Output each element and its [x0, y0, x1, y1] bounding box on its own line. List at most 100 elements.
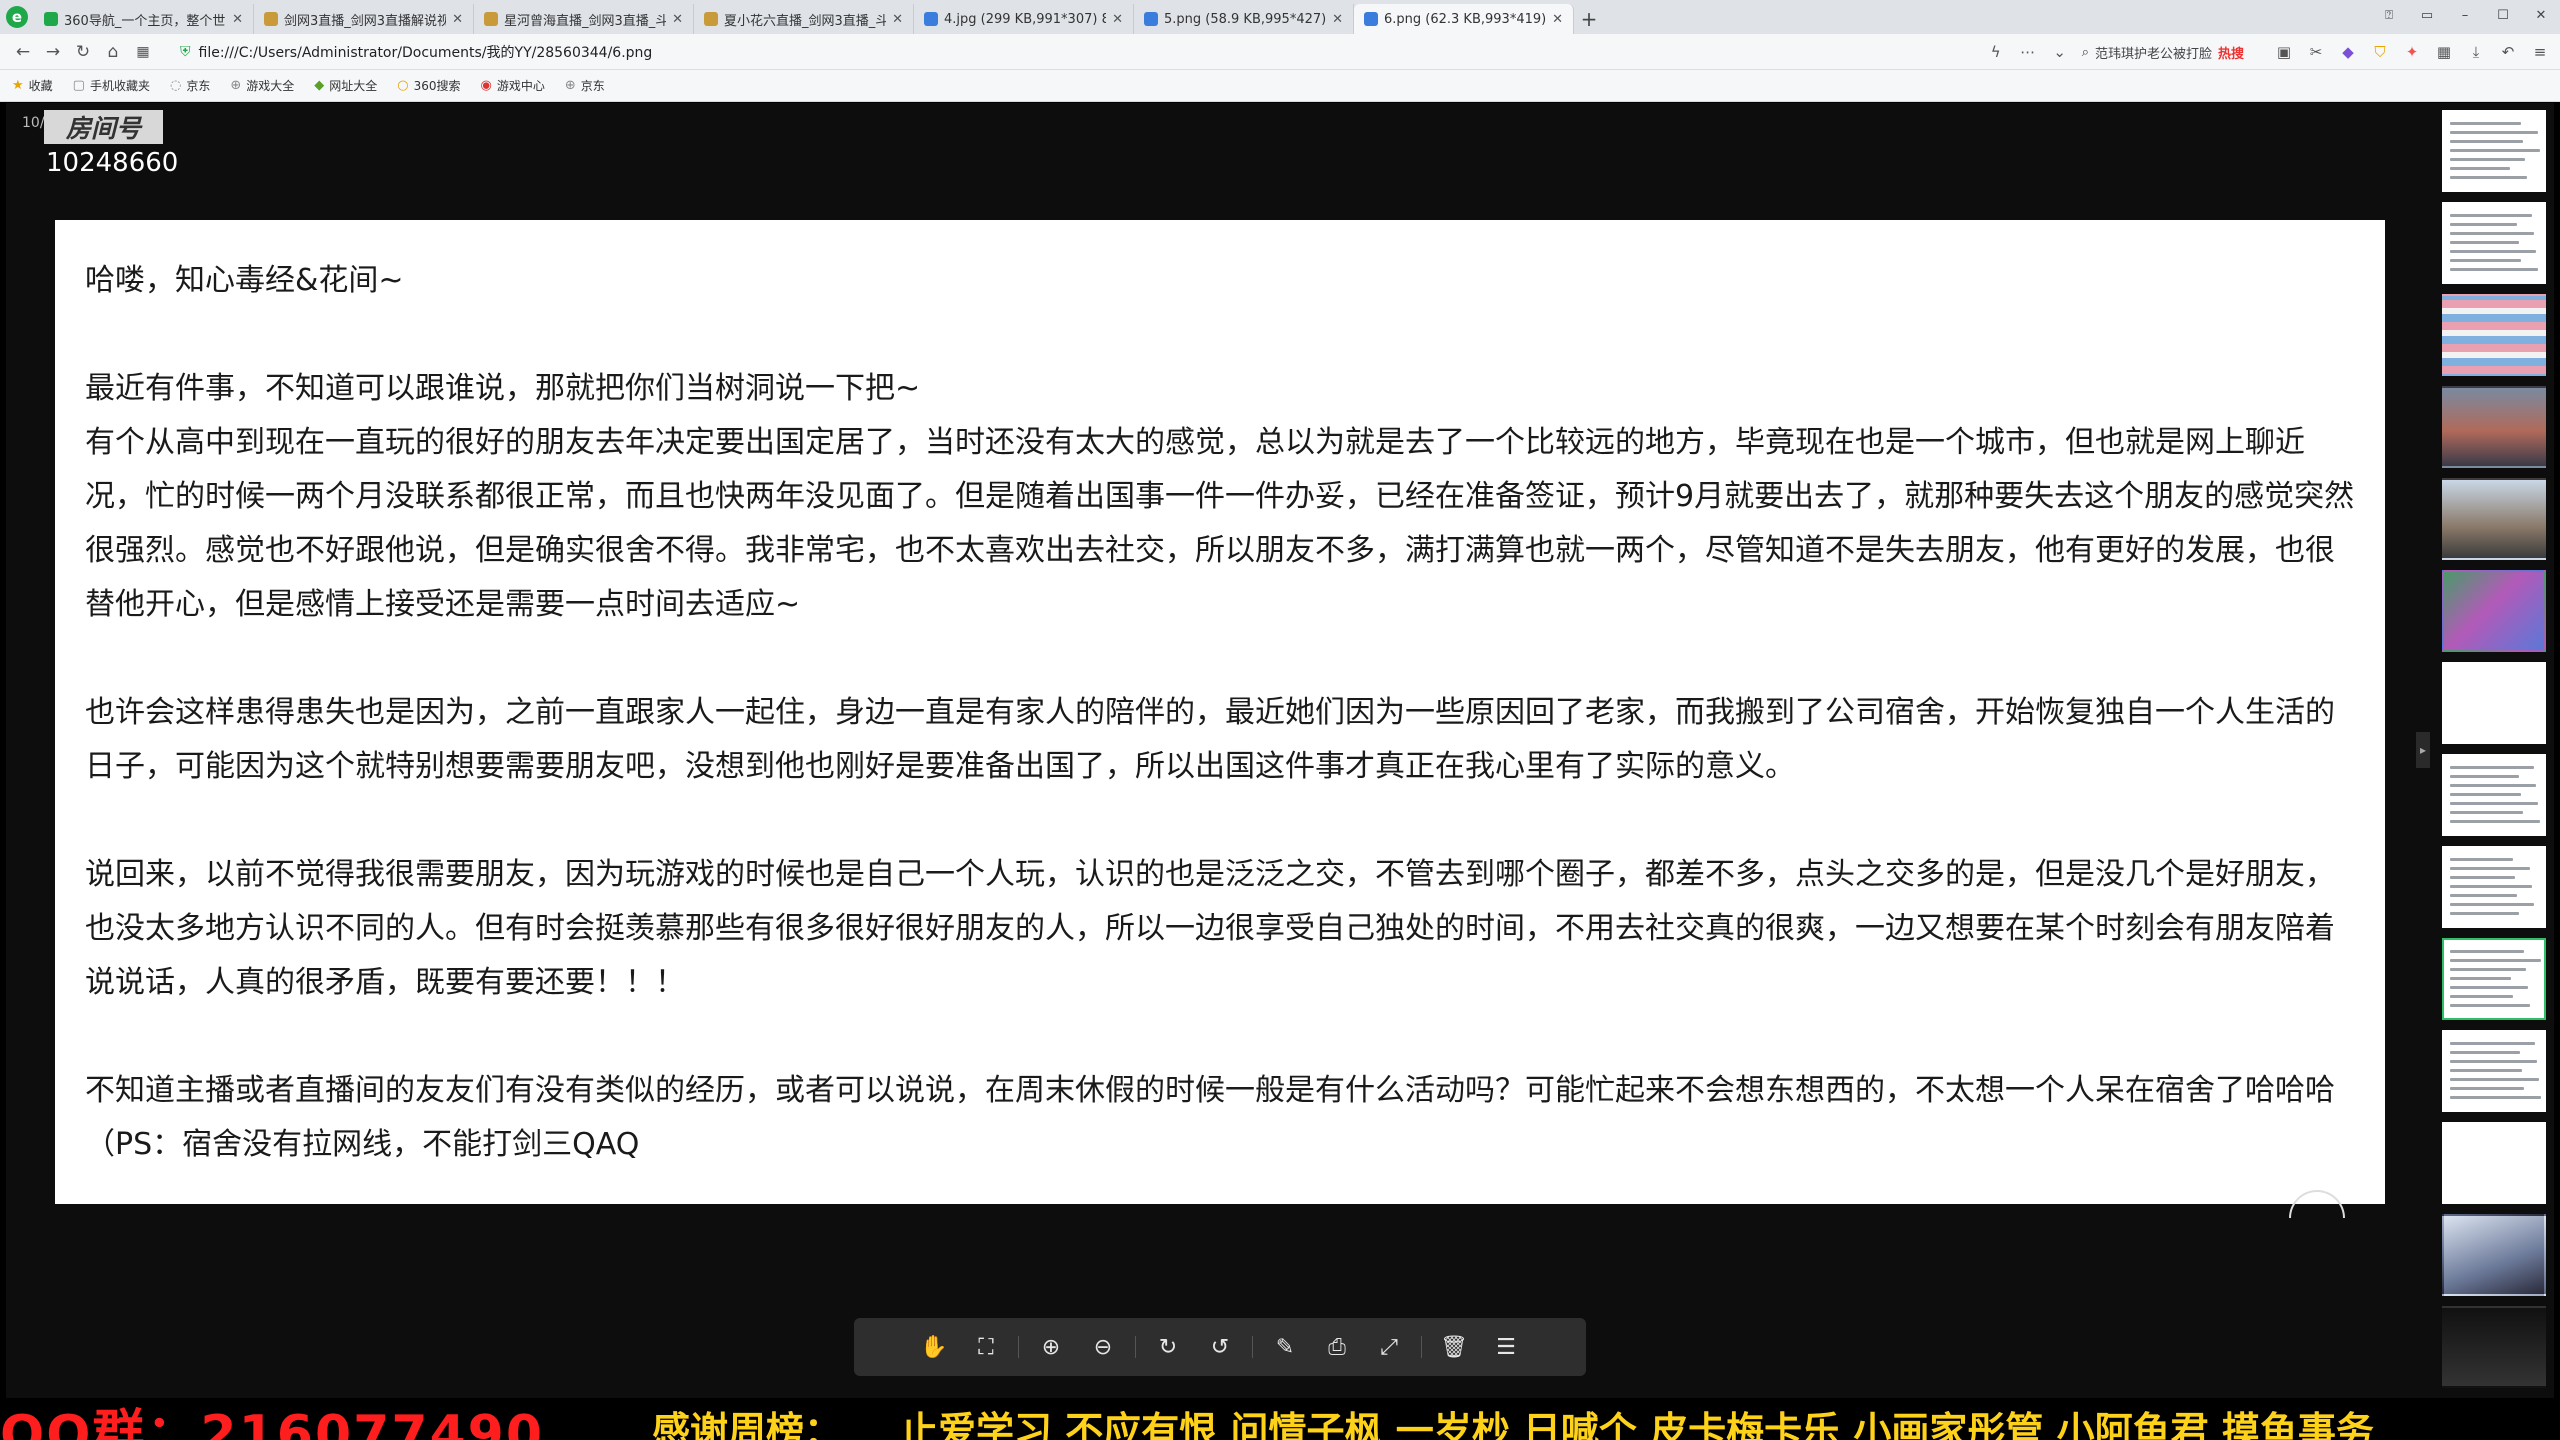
collapse-thumbnails-icon[interactable]: ▸: [2416, 732, 2430, 768]
minimize-icon[interactable]: –: [2446, 0, 2484, 30]
download-icon[interactable]: ⤓: [2466, 43, 2486, 61]
toolbar-separator: [1135, 1336, 1136, 1358]
tab-4[interactable]: 4.jpg (299 KB,991*307) 8/14 ✕: [914, 4, 1134, 34]
doc-paragraph: 最近有件事，不知道可以跟谁说，那就把你们当树洞说一下把~: [85, 371, 921, 406]
thumbnail-5[interactable]: [2442, 478, 2546, 560]
thumbnail-text-line: [2450, 250, 2536, 253]
thumbnail-9[interactable]: [2442, 846, 2546, 928]
home-icon[interactable]: ⌂: [98, 37, 128, 67]
bookmark-item[interactable]: ▢ 手机收藏夹: [73, 77, 150, 94]
fit-screen-icon[interactable]: ⛶: [960, 1318, 1012, 1376]
tab-close-icon[interactable]: ✕: [232, 12, 243, 27]
tab-6[interactable]: 6.png (62.3 KB,993*419) 10 ✕: [1354, 4, 1574, 34]
window-controls: ⍰ ▭ – ☐ ✕: [2370, 0, 2560, 30]
thumbnail-6[interactable]: [2442, 570, 2546, 652]
menu-icon[interactable]: ☰: [1480, 1318, 1532, 1376]
thumbnail-13[interactable]: [2442, 1214, 2546, 1296]
apps-icon[interactable]: ▦: [2434, 43, 2454, 61]
tab-close-icon[interactable]: ✕: [672, 12, 683, 27]
tab-label: 星河曾海直播_剑网3直播_斗鱼: [504, 13, 667, 29]
maximize-icon[interactable]: ☐: [2484, 0, 2522, 30]
thumbnail-7[interactable]: [2442, 662, 2546, 744]
address-bar: ← → ↻ ⌂ ▦ ⛨ file:///C:/Users/Administrat…: [0, 34, 2560, 70]
zoom-in-icon[interactable]: ⊕: [1025, 1318, 1077, 1376]
thumbnail-1[interactable]: [2442, 110, 2546, 192]
scissors-icon[interactable]: ✂: [2306, 43, 2326, 61]
lightning-icon[interactable]: ϟ: [1986, 43, 2006, 61]
zoom-out-icon[interactable]: ⊖: [1077, 1318, 1129, 1376]
dropdown-icon[interactable]: ⌄: [2050, 43, 2070, 61]
browser-menu-icon[interactable]: ≡: [2530, 43, 2550, 61]
bookmark-item[interactable]: ⊕ 游戏大全: [230, 77, 294, 94]
delete-icon[interactable]: 🗑: [1428, 1318, 1480, 1376]
qq-group-text: QQ群：216077490: [0, 1405, 545, 1440]
back-icon[interactable]: ←: [8, 37, 38, 67]
history-icon[interactable]: ▦: [128, 37, 158, 67]
tab-0[interactable]: 360导航_一个主页，整个世界 ✕: [34, 4, 254, 34]
thumbnail-text-line: [2450, 241, 2519, 244]
bookmark-item[interactable]: ◉ 游戏中心: [481, 77, 545, 94]
doc-corner-mark: [2289, 1190, 2345, 1218]
tab-label: 剑网3直播_剑网3直播解说视频: [284, 13, 447, 29]
screenshot-icon[interactable]: ▣: [2274, 43, 2294, 61]
fullscreen-icon[interactable]: ⤢: [1363, 1318, 1415, 1376]
tab-close-icon[interactable]: ✕: [1552, 12, 1563, 27]
bookmark-item[interactable]: ○ 360搜索: [397, 77, 460, 94]
pin-icon[interactable]: ⍰: [2370, 0, 2408, 30]
thumbnail-text-line: [2450, 950, 2524, 953]
bookmark-label: 游戏中心: [496, 79, 545, 93]
bookmark-item[interactable]: ⊕ 京东: [565, 77, 605, 94]
tab-5[interactable]: 5.png (58.9 KB,995*427) 9/ ✕: [1134, 4, 1354, 34]
bookmark-icon: ◉: [480, 78, 492, 93]
doc-paragraph: 说回来，以前不觉得我很需要朋友，因为玩游戏的时候也是自己一个人玩，认识的也是泛泛…: [85, 857, 2335, 1000]
thumbnail-12[interactable]: [2442, 1122, 2546, 1204]
thumbnail-text-line: [2450, 268, 2538, 271]
thumbnail-text-line: [2450, 995, 2513, 998]
thumbnail-text-line: [2450, 912, 2519, 915]
tab-close-icon[interactable]: ✕: [1332, 12, 1343, 27]
bookmark-item[interactable]: ★ 收藏: [12, 77, 53, 94]
security-icon[interactable]: ⛉: [2370, 43, 2390, 61]
tab-strip: 360导航_一个主页，整个世界 ✕ 剑网3直播_剑网3直播解说视频 ✕ 星河曾海直播_剑…: [34, 0, 1574, 34]
thumbnail-14[interactable]: [2442, 1306, 2546, 1388]
tab-close-icon[interactable]: ✕: [1112, 12, 1123, 27]
bookmark-item[interactable]: ◆ 网址大全: [314, 77, 377, 94]
tab-label: 夏小花六直播_剑网3直播_斗鱼: [724, 13, 887, 29]
tab-close-icon[interactable]: ✕: [892, 12, 903, 27]
tab-close-icon[interactable]: ✕: [452, 12, 463, 27]
bookmark-item[interactable]: ◌ 京东: [170, 77, 210, 94]
tab-1[interactable]: 剑网3直播_剑网3直播解说视频 ✕: [254, 4, 474, 34]
bookmark-label: 游戏大全: [246, 79, 295, 93]
more-icon[interactable]: ⋯: [2018, 43, 2038, 61]
close-window-icon[interactable]: ✕: [2522, 0, 2560, 30]
thumbnail-8[interactable]: [2442, 754, 2546, 836]
rotate-left-icon[interactable]: ↺: [1194, 1318, 1246, 1376]
thumbnail-10[interactable]: [2442, 938, 2546, 1020]
bookmark-label: 收藏: [28, 79, 53, 93]
thumbnail-text-line: [2450, 784, 2536, 787]
search-suggestion[interactable]: ⌕ 范玮琪护老公被打脸 热搜: [2082, 43, 2244, 62]
url-field[interactable]: ⛨ file:///C:/Users/Administrator/Documen…: [180, 42, 1880, 62]
thumbnail-4[interactable]: [2442, 386, 2546, 468]
search-hint-text: 范玮琪护老公被打脸: [2094, 46, 2212, 62]
print-icon[interactable]: ⎙: [1311, 1318, 1363, 1376]
thumbnail-text-line: [2450, 1042, 2535, 1045]
skin-icon[interactable]: ▭: [2408, 0, 2446, 30]
new-tab-button[interactable]: +: [1574, 4, 1604, 34]
forward-icon[interactable]: →: [38, 37, 68, 67]
game-icon[interactable]: ✦: [2402, 43, 2422, 61]
hand-icon[interactable]: ✋: [908, 1318, 960, 1376]
tab-2[interactable]: 星河曾海直播_剑网3直播_斗鱼 ✕: [474, 4, 694, 34]
edit-image-icon[interactable]: ✎: [1259, 1318, 1311, 1376]
extension-icon[interactable]: ◆: [2338, 43, 2358, 61]
undo-icon[interactable]: ↶: [2498, 43, 2518, 61]
thumbnail-3[interactable]: [2442, 294, 2546, 376]
reload-icon[interactable]: ↻: [68, 37, 98, 67]
thumbnail-text-line: [2450, 885, 2532, 888]
thumbnail-11[interactable]: [2442, 1030, 2546, 1112]
rotate-right-icon[interactable]: ↻: [1142, 1318, 1194, 1376]
browser-logo-icon[interactable]: e: [0, 0, 34, 34]
thumbnail-text-line: [2450, 214, 2532, 217]
tab-3[interactable]: 夏小花六直播_剑网3直播_斗鱼 ✕: [694, 4, 914, 34]
thumbnail-2[interactable]: [2442, 202, 2546, 284]
